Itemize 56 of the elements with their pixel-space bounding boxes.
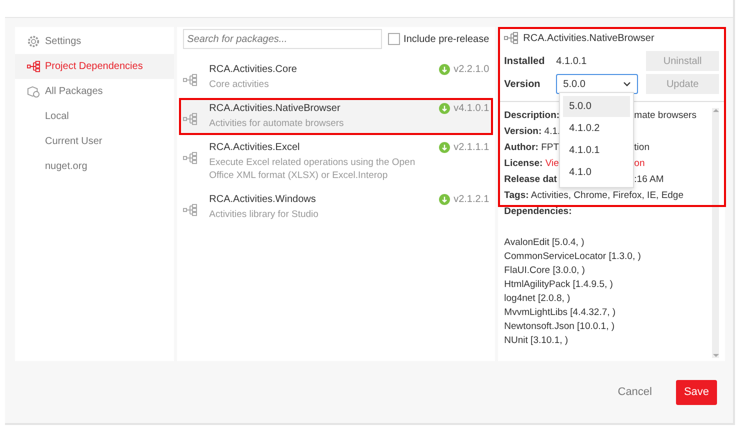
installed-label: Installed bbox=[504, 56, 546, 66]
package-item[interactable]: RCA.Activities.Excel Execute Excel related operations using the Open Office XML format (XLSX) or Excel.Interop v2.1.1.1 bbox=[179, 139, 494, 185]
sidebar-item[interactable]: nuget.org bbox=[15, 154, 174, 179]
dependencies-heading: Dependencies: bbox=[504, 205, 572, 219]
detail-text: Description: bbox=[504, 109, 560, 123]
checkbox-label: Include pre-release bbox=[404, 34, 490, 44]
installed-version: 4.1.0.1 bbox=[556, 56, 588, 66]
package-version: v4.1.0.1 bbox=[454, 103, 490, 114]
detail-text: Tags: Activities, Chrome, Firefox, IE, Edge bbox=[504, 189, 684, 203]
package-version: v2.2.1.0 bbox=[454, 64, 490, 75]
version-option[interactable]: 5.0.0 bbox=[563, 96, 630, 117]
sidebar-item[interactable]: All Packages bbox=[15, 79, 174, 104]
detail-text: Version: 4.1. bbox=[504, 125, 560, 139]
update-button[interactable]: Update bbox=[646, 74, 719, 94]
dependency-item: Newtonsoft.Json [10.0.1, ) bbox=[504, 320, 615, 334]
detail-text: on bbox=[634, 157, 645, 171]
package-version: v2.1.1.1 bbox=[454, 142, 490, 153]
version-option[interactable]: 4.1.0.2 bbox=[563, 118, 630, 139]
package-item[interactable]: RCA.Activities.Windows Activities library for Studio v2.1.2.1 bbox=[179, 191, 494, 224]
version-label: Version bbox=[504, 78, 542, 90]
package-description: Execute Excel related operations using the Open Office XML format (XLSX) or Excel.Interop bbox=[209, 156, 416, 182]
dependency-item: HtmlAgilityPack [1.4.9.5, ) bbox=[504, 278, 613, 292]
package-name: RCA.Activities.NativeBrowser bbox=[209, 103, 342, 114]
dependency-item: log4net [2.0.8, ) bbox=[504, 292, 570, 306]
package-title: RCA.Activities.NativeBrowser bbox=[523, 32, 654, 44]
version-option[interactable]: 4.1.0 bbox=[563, 162, 630, 183]
sidebar-item[interactable]: Project Dependencies bbox=[15, 54, 174, 79]
dependency-item: MvvmLightLibs [4.4.32.7, ) bbox=[504, 306, 616, 320]
package-name: RCA.Activities.Excel bbox=[209, 142, 301, 153]
sidebar-item[interactable]: Local bbox=[15, 104, 174, 129]
sidebar-item[interactable]: Current User bbox=[15, 129, 174, 154]
uninstall-button[interactable]: Uninstall bbox=[646, 51, 719, 71]
package-item[interactable]: RCA.Activities.NativeBrowser Activities for automate browsers v4.1.0.1 bbox=[179, 100, 494, 133]
package-version: v2.1.2.1 bbox=[454, 194, 490, 205]
version-dropdown[interactable]: 5.0.0 bbox=[556, 74, 638, 94]
save-button[interactable]: Save bbox=[676, 380, 717, 404]
dependency-item: AvalonEdit [5.0.4, ) bbox=[504, 236, 584, 250]
package-name: RCA.Activities.Windows bbox=[209, 194, 317, 205]
package-description: Activities library for Studio bbox=[209, 208, 320, 221]
dependency-item: NUnit [3.10.1, ) bbox=[504, 334, 568, 348]
detail-text: Release dat bbox=[504, 173, 557, 187]
dependency-item: FlaUI.Core [3.0.0, ) bbox=[504, 264, 585, 278]
package-description: Activities for automate browsers bbox=[209, 117, 345, 130]
dependency-item: CommonServiceLocator [1.3.0, ) bbox=[504, 250, 641, 264]
package-description: Core activities bbox=[209, 78, 270, 91]
detail-text: tion bbox=[634, 141, 650, 155]
detail-text: Author: FPT bbox=[504, 141, 560, 155]
sidebar-item[interactable]: Settings bbox=[15, 29, 174, 54]
package-name: RCA.Activities.Core bbox=[209, 64, 298, 75]
package-item[interactable]: RCA.Activities.Core Core activities v2.2.1.0 bbox=[179, 61, 494, 94]
detail-text: :16 AM bbox=[634, 173, 664, 187]
version-option[interactable]: 4.1.0.1 bbox=[563, 140, 630, 161]
detail-text: mate browsers bbox=[634, 109, 696, 123]
detail-text: License: Vie bbox=[504, 157, 559, 171]
cancel-button[interactable]: Cancel bbox=[612, 385, 658, 399]
search-field[interactable]: Search for packages... bbox=[183, 29, 382, 49]
